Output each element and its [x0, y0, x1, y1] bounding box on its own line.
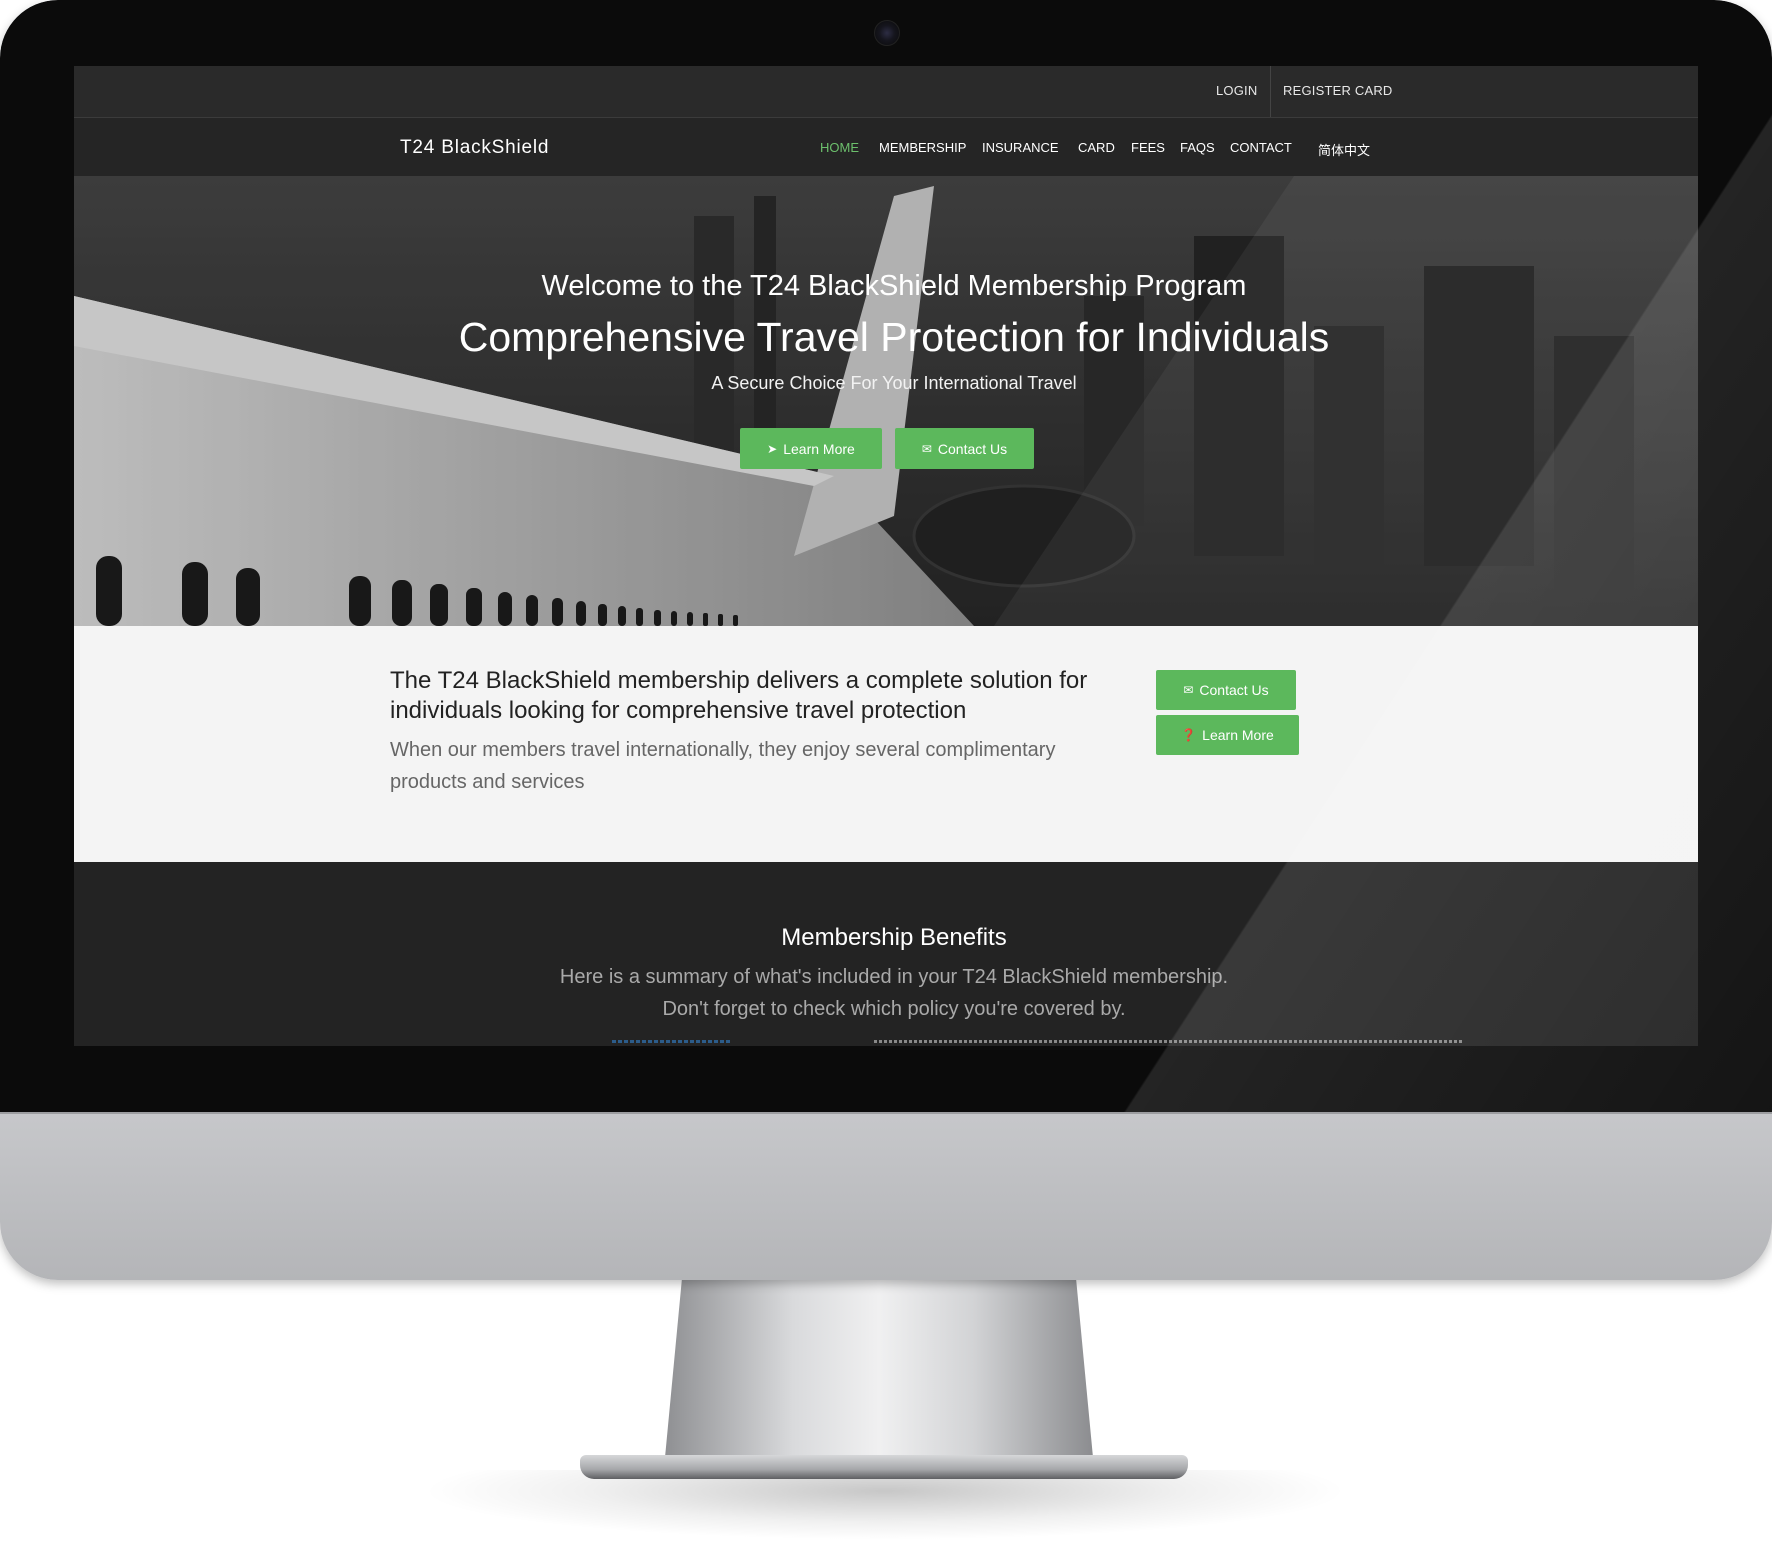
- intro-contact-us-button[interactable]: ✉ Contact Us: [1156, 670, 1296, 710]
- login-link[interactable]: LOGIN: [1216, 83, 1257, 98]
- monitor-chin-edge: [0, 1112, 1772, 1114]
- question-circle-icon: ❓: [1181, 728, 1197, 742]
- intro-contact-us-label: Contact Us: [1199, 682, 1269, 698]
- membership-benefits-section: Membership Benefits Here is a summary of…: [74, 862, 1698, 1046]
- nav-card[interactable]: CARD: [1078, 140, 1115, 155]
- main-navbar: T24 BlackShield HOME MEMBERSHIP INSURANC…: [74, 118, 1698, 176]
- monitor-stand-base: [580, 1455, 1188, 1479]
- monitor-stand-neck: [664, 1278, 1094, 1468]
- hero-contact-us-button[interactable]: ✉ Contact Us: [895, 428, 1034, 469]
- topbar-divider: [1270, 66, 1271, 117]
- intro-title: The T24 BlackShield membership delivers …: [390, 667, 1088, 724]
- nav-chinese-language[interactable]: 简体中文: [1318, 140, 1370, 159]
- benefit-card-peek: [612, 1040, 732, 1043]
- benefits-summary-line2: Don't forget to check which policy you'r…: [662, 998, 1126, 1020]
- hero-background-image: [74, 176, 1698, 626]
- intro-learn-more-button[interactable]: ❓ Learn More: [1156, 715, 1299, 755]
- intro-text: When our members travel internationally,…: [390, 739, 1056, 793]
- nav-insurance[interactable]: INSURANCE: [982, 140, 1059, 155]
- nav-fees[interactable]: FEES: [1131, 140, 1165, 155]
- site-logo[interactable]: T24 BlackShield: [400, 137, 549, 159]
- intro-learn-more-label: Learn More: [1202, 727, 1274, 743]
- envelope-icon: ✉: [1183, 683, 1194, 697]
- hero-subheading: A Secure Choice For Your International T…: [711, 373, 1077, 393]
- hero-banner: Welcome to the T24 BlackShield Membershi…: [74, 176, 1698, 626]
- nav-faqs[interactable]: FAQS: [1180, 140, 1215, 155]
- hero-learn-more-label: Learn More: [783, 440, 855, 457]
- monitor: LOGIN REGISTER CARD T24 BlackShield HOME…: [0, 0, 1772, 1280]
- intro-section: The T24 BlackShield membership delivers …: [74, 626, 1698, 862]
- benefits-title: Membership Benefits: [781, 924, 1007, 951]
- hero-main-heading: Comprehensive Travel Protection for Indi…: [458, 314, 1330, 360]
- benefits-summary-line1: Here is a summary of what's included in …: [559, 966, 1229, 988]
- top-utility-bar: LOGIN REGISTER CARD: [74, 66, 1698, 118]
- website-screen: LOGIN REGISTER CARD T24 BlackShield HOME…: [74, 66, 1698, 1046]
- nav-contact[interactable]: CONTACT: [1230, 140, 1292, 155]
- envelope-icon: ✉: [921, 441, 932, 456]
- circle-chevron-right-icon: ➤: [767, 441, 778, 456]
- monitor-bezel: LOGIN REGISTER CARD T24 BlackShield HOME…: [0, 0, 1772, 1112]
- nav-home[interactable]: HOME: [820, 140, 859, 155]
- webcam-icon: [874, 20, 900, 46]
- hero-contact-us-label: Contact Us: [937, 440, 1008, 457]
- hero-learn-more-button[interactable]: ➤ Learn More: [740, 428, 882, 469]
- hero-welcome-heading: Welcome to the T24 BlackShield Membershi…: [541, 270, 1247, 302]
- register-card-link[interactable]: REGISTER CARD: [1283, 83, 1393, 98]
- nav-membership[interactable]: MEMBERSHIP: [879, 140, 966, 155]
- stand-shadow: [420, 1470, 1350, 1540]
- benefit-card-peek: [874, 1040, 1464, 1043]
